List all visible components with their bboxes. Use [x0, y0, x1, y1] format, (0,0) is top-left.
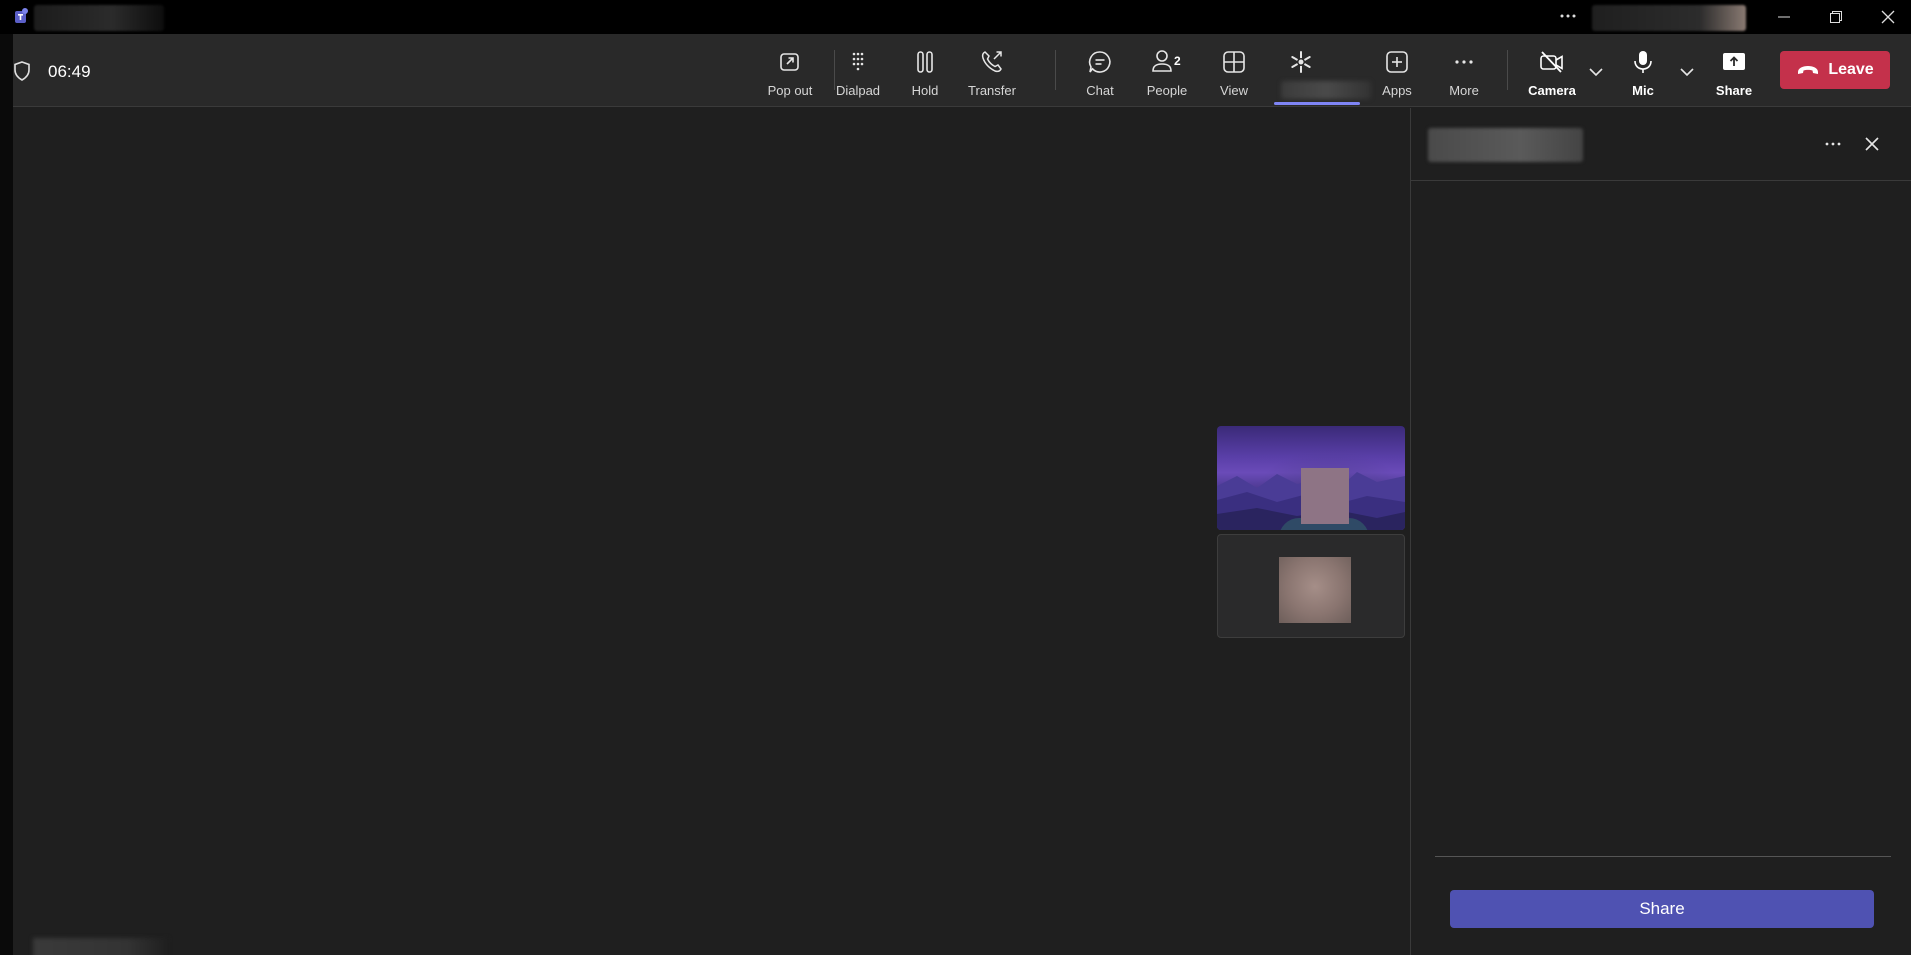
hold-button[interactable]: Hold	[893, 44, 957, 100]
dialpad-icon	[852, 52, 864, 71]
transfer-call-icon	[981, 51, 1002, 73]
chat-label: Chat	[1086, 83, 1114, 98]
share-screen-icon	[1723, 53, 1745, 70]
call-timer: 06:49	[48, 62, 91, 81]
panel-share-button[interactable]: Share	[1450, 890, 1874, 928]
minimize-icon	[1778, 16, 1790, 18]
copilot-label-redacted	[1281, 81, 1371, 99]
side-panel: Share	[1410, 108, 1911, 955]
title-bar	[0, 0, 1911, 34]
leave-button[interactable]: Leave	[1780, 51, 1890, 89]
avatar	[1279, 557, 1351, 623]
shield-icon[interactable]	[13, 61, 31, 81]
panel-divider	[1435, 856, 1891, 857]
grid-view-icon	[1223, 51, 1245, 73]
camera-button[interactable]: Camera	[1520, 44, 1584, 100]
dialpad-button[interactable]: Dialpad	[826, 44, 890, 100]
participant-face-redacted	[1301, 468, 1349, 524]
participant-video-tile[interactable]	[1217, 426, 1405, 530]
chat-button[interactable]: Chat	[1068, 44, 1132, 100]
meeting-toolbar: 06:49 Pop out Dialpad Hold Transfer Chat…	[13, 34, 1911, 107]
meeting-stage	[13, 108, 1410, 955]
pop-out-label: Pop out	[767, 83, 813, 98]
hold-label: Hold	[911, 83, 939, 98]
apps-button[interactable]: Apps	[1365, 44, 1429, 100]
mic-button[interactable]: Mic	[1611, 44, 1675, 100]
pop-out-icon	[780, 53, 799, 71]
minimize-button[interactable]	[1764, 4, 1804, 30]
camera-label: Camera	[1528, 83, 1576, 98]
people-icon-wrap: 2	[1147, 49, 1187, 75]
chat-icon	[1088, 51, 1111, 73]
share-label: Share	[1715, 83, 1753, 98]
mic-label: Mic	[1632, 83, 1654, 98]
pop-out-button[interactable]: Pop out	[758, 44, 822, 100]
restore-button[interactable]	[1816, 4, 1856, 30]
add-apps-icon	[1386, 51, 1408, 73]
panel-close-icon[interactable]	[1858, 130, 1886, 158]
people-icon	[1152, 50, 1172, 72]
account-redacted[interactable]	[1592, 5, 1746, 31]
leave-label: Leave	[1828, 61, 1874, 78]
participant-name-redacted	[33, 938, 168, 955]
transfer-label: Transfer	[968, 83, 1016, 98]
active-tab-indicator	[1274, 102, 1360, 105]
view-button[interactable]: View	[1202, 44, 1266, 100]
toolbar-separator	[1507, 50, 1508, 90]
window-title-redacted	[34, 5, 164, 31]
close-icon	[1881, 10, 1895, 24]
apps-label: Apps	[1382, 83, 1412, 98]
panel-more-options-icon[interactable]	[1819, 130, 1847, 158]
more-label: More	[1449, 83, 1479, 98]
hang-up-icon	[1798, 66, 1819, 74]
people-label: People	[1146, 83, 1188, 98]
camera-off-icon	[1540, 51, 1563, 73]
view-label: View	[1220, 83, 1248, 98]
transfer-button[interactable]: Transfer	[960, 44, 1024, 100]
pause-icon	[917, 51, 933, 73]
more-options-icon[interactable]	[1556, 4, 1580, 28]
teams-logo-icon	[15, 8, 28, 23]
people-button[interactable]: 2 People	[1135, 44, 1199, 100]
restore-icon	[1830, 11, 1842, 23]
share-content-button[interactable]: Share	[1702, 44, 1766, 100]
camera-options-chevron-icon[interactable]	[1585, 61, 1607, 83]
more-button[interactable]: More	[1432, 44, 1496, 100]
microphone-icon	[1634, 51, 1652, 73]
toolbar-separator	[1055, 50, 1056, 90]
dialpad-label: Dialpad	[835, 83, 881, 98]
mic-options-chevron-icon[interactable]	[1676, 61, 1698, 83]
side-panel-title-redacted	[1428, 128, 1583, 162]
participant-avatar-tile[interactable]	[1217, 534, 1405, 638]
people-count: 2	[1174, 54, 1181, 68]
teams-call-window: 06:49 Pop out Dialpad Hold Transfer Chat…	[13, 34, 1911, 955]
close-window-button[interactable]	[1868, 4, 1908, 30]
side-panel-header	[1411, 108, 1911, 181]
more-icon	[1455, 60, 1473, 64]
sparkle-icon	[1291, 51, 1311, 73]
